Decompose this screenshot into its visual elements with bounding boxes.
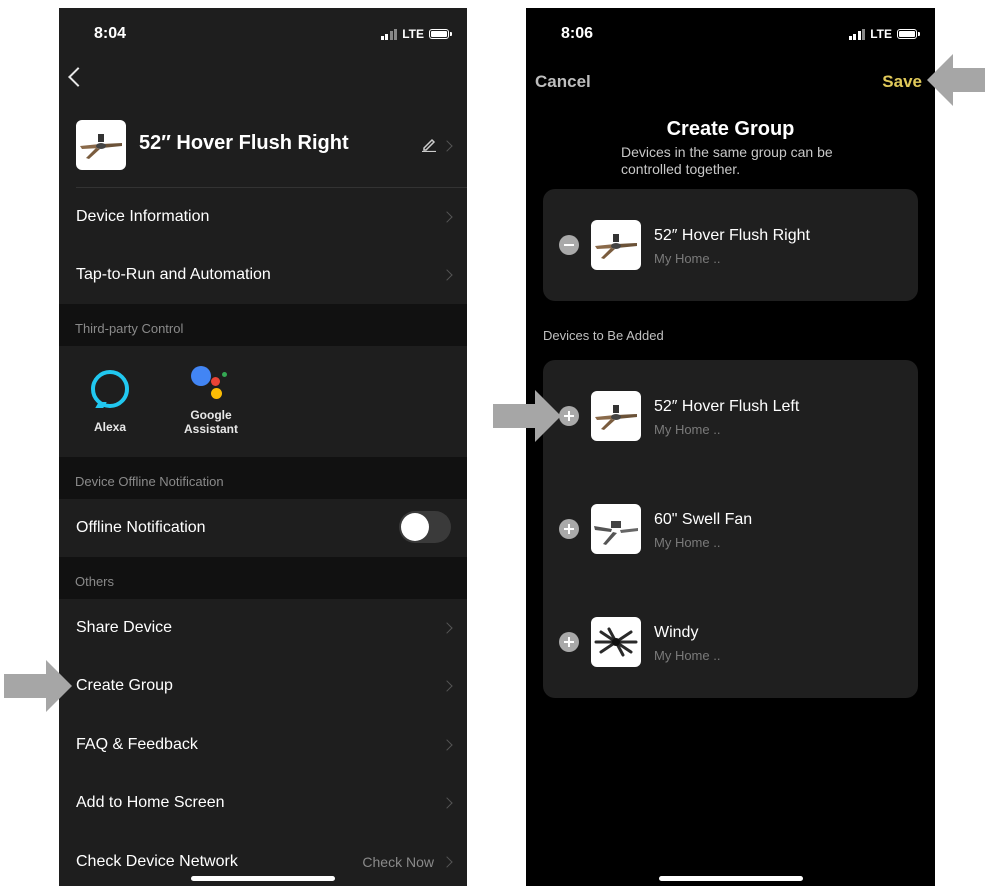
row-faq-feedback[interactable]: FAQ & Feedback <box>59 716 467 774</box>
device-row: 60" Swell Fan My Home .. <box>543 499 918 559</box>
pointer-arrow-icon <box>493 390 561 442</box>
status-bar: 8:06 LTE <box>526 8 935 60</box>
row-tap-to-run[interactable]: Tap-to-Run and Automation <box>59 246 467 304</box>
fan-thumbnail <box>591 617 641 667</box>
section-others: Others <box>59 557 467 599</box>
status-bar: 8:04 LTE <box>59 8 467 60</box>
chevron-right-icon <box>441 739 453 751</box>
chevron-right-icon <box>441 269 453 281</box>
group-member-row: 52″ Hover Flush Right My Home .. <box>543 215 918 275</box>
section-offline: Device Offline Notification <box>59 457 467 499</box>
device-name: 52″ Hover Flush Left <box>654 398 800 415</box>
device-row: 52″ Hover Flush Left My Home .. <box>543 386 918 446</box>
chevron-right-icon <box>441 140 453 152</box>
add-circle-icon[interactable] <box>559 519 579 539</box>
battery-icon <box>897 29 920 39</box>
chevron-right-icon <box>441 856 453 868</box>
create-group-screen: 8:06 LTE Cancel Save Create Group Device… <box>526 8 935 886</box>
row-share-device[interactable]: Share Device <box>59 599 467 657</box>
chevron-right-icon <box>441 680 453 692</box>
device-settings-screen: 8:04 LTE 52″ Hover Flush Right Device In… <box>59 8 467 886</box>
chevron-right-icon <box>441 622 453 634</box>
offline-notification-toggle[interactable] <box>399 511 451 543</box>
fan-thumbnail <box>76 120 126 170</box>
network-type: LTE <box>402 27 424 41</box>
row-offline-notification: Offline Notification <box>59 499 467 557</box>
battery-icon <box>429 29 452 39</box>
check-now-value: Check Now <box>362 854 434 870</box>
device-name: 52″ Hover Flush Right <box>654 227 810 244</box>
home-indicator[interactable] <box>191 876 335 881</box>
device-location: My Home .. <box>654 535 721 550</box>
group-members-card: 52″ Hover Flush Right My Home .. <box>543 189 918 301</box>
chevron-right-icon <box>441 797 453 809</box>
row-add-home-screen[interactable]: Add to Home Screen <box>59 774 467 832</box>
devices-to-add-label: Devices to Be Added <box>543 328 664 343</box>
third-party-list: Alexa Google Assistant <box>59 346 467 457</box>
device-location: My Home .. <box>654 251 721 266</box>
remove-circle-icon[interactable] <box>559 235 579 255</box>
status-time: 8:04 <box>94 25 127 42</box>
device-title: 52″ Hover Flush Right <box>139 132 349 154</box>
google-assistant-item[interactable]: Google Assistant <box>166 364 256 436</box>
back-chevron-icon[interactable] <box>68 67 88 87</box>
device-name: 60" Swell Fan <box>654 511 753 528</box>
signal-icon <box>380 28 398 40</box>
device-row: Windy My Home .. <box>543 612 918 672</box>
device-location: My Home .. <box>654 648 721 663</box>
cancel-button[interactable]: Cancel <box>535 72 591 92</box>
row-device-information[interactable]: Device Information <box>59 188 467 246</box>
page-subtitle: Devices in the same group can be control… <box>621 144 833 177</box>
alexa-icon <box>91 370 129 408</box>
row-create-group[interactable]: Create Group <box>59 657 467 715</box>
signal-icon <box>848 28 866 40</box>
add-circle-icon[interactable] <box>559 632 579 652</box>
chevron-right-icon <box>441 211 453 223</box>
devices-to-add-card: 52″ Hover Flush Left My Home .. 60" Swel… <box>543 360 918 698</box>
alexa-item[interactable]: Alexa <box>65 364 155 434</box>
section-third-party: Third-party Control <box>59 304 467 346</box>
page-title: Create Group <box>666 118 795 140</box>
save-button[interactable]: Save <box>882 72 922 92</box>
fan-thumbnail <box>591 391 641 441</box>
fan-thumbnail <box>591 220 641 270</box>
device-name: Windy <box>654 624 699 641</box>
edit-pencil-icon[interactable] <box>421 136 437 152</box>
home-indicator[interactable] <box>658 876 803 881</box>
google-assistant-icon <box>189 364 233 404</box>
pointer-arrow-icon <box>4 660 72 712</box>
status-time: 8:06 <box>561 25 594 42</box>
network-type: LTE <box>870 27 892 41</box>
device-location: My Home .. <box>654 422 721 437</box>
device-header[interactable]: 52″ Hover Flush Right <box>59 118 467 188</box>
pointer-arrow-icon <box>927 54 985 106</box>
fan-thumbnail <box>591 504 641 554</box>
